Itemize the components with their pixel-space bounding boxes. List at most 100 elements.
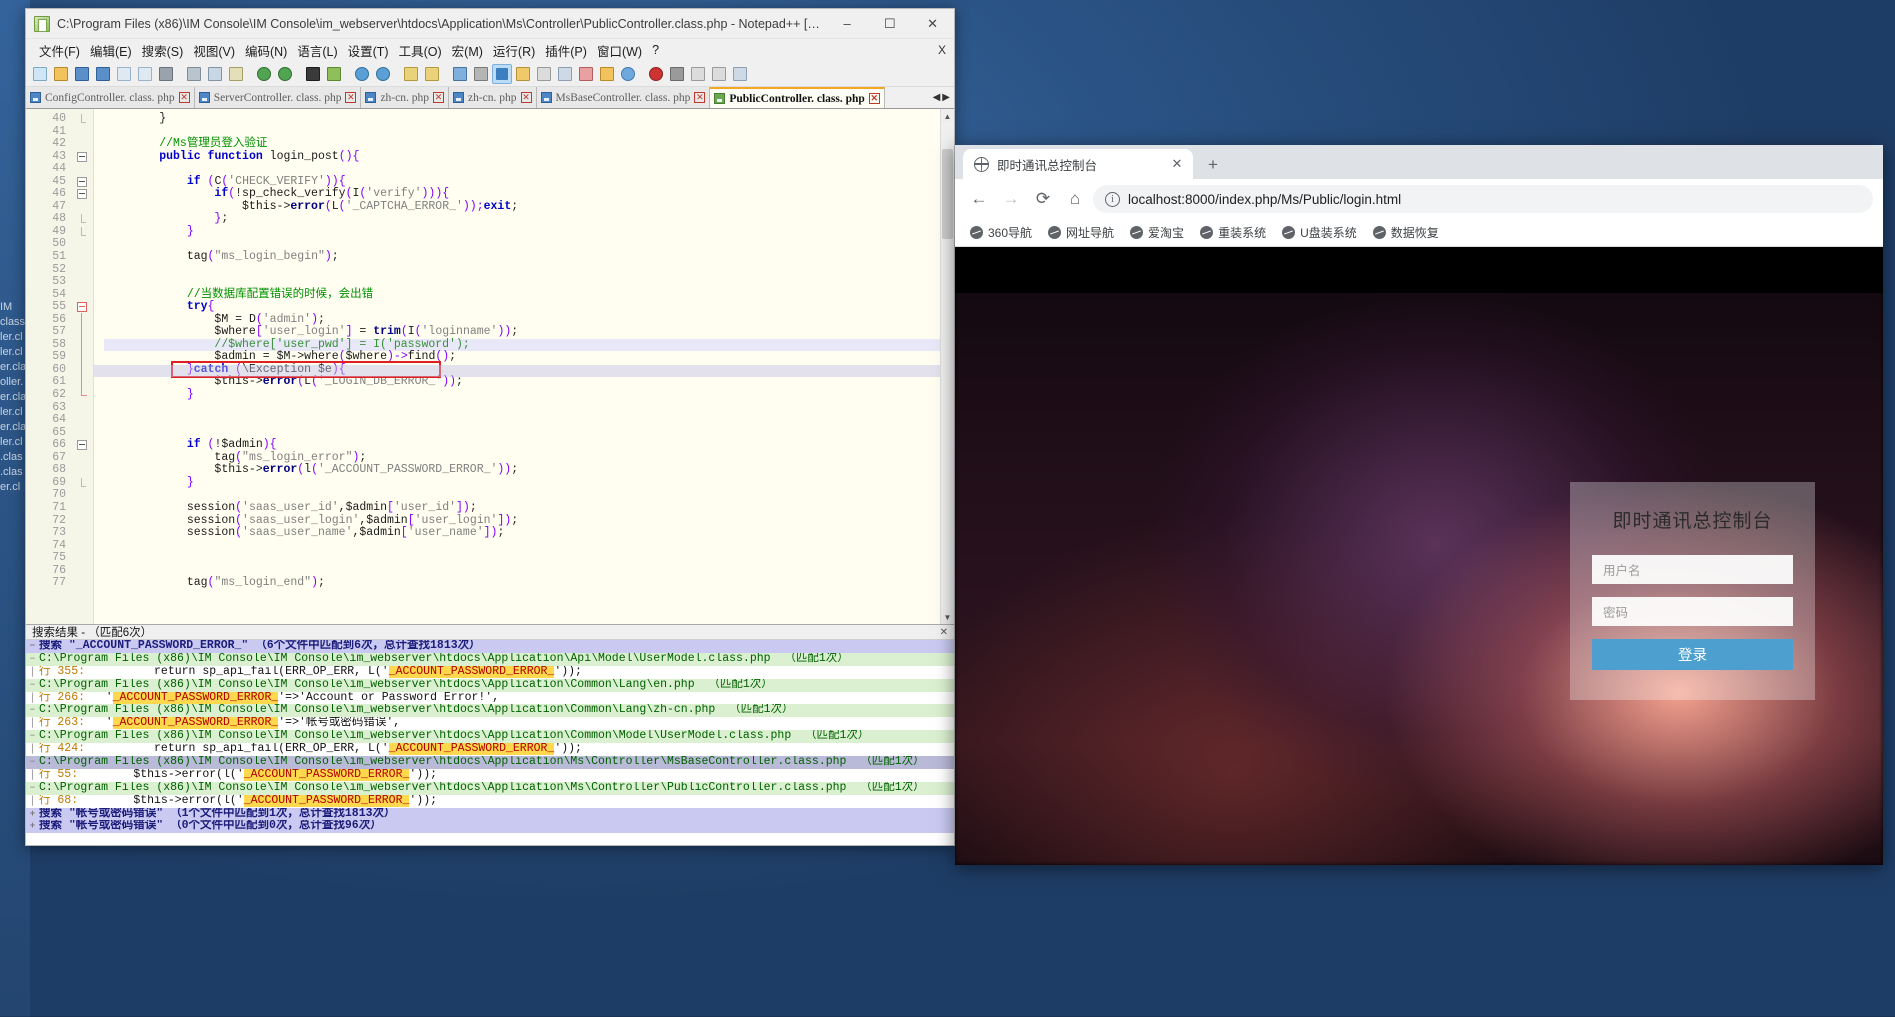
scroll-down-icon[interactable]: ▼ [941,610,954,624]
stop-macro-icon[interactable] [667,64,687,84]
code-line[interactable]: $this->error(L('_LOGIN_DB_ERROR_')); [104,376,940,389]
undo-icon[interactable] [254,64,274,84]
code-line[interactable]: } [104,225,940,239]
open-file-icon[interactable] [51,64,71,84]
menu-item-run[interactable]: 运行(R) [488,39,540,62]
cut-icon[interactable] [184,64,204,84]
code-line[interactable] [104,414,940,427]
fold-toggle-icon[interactable]: − [26,653,39,666]
search-result-file[interactable]: − C:\Program Files (x86)\IM Console\IM Co… [26,730,954,744]
search-result-file[interactable]: − C:\Program Files (x86)\IM Console\IM Co… [26,756,954,769]
fold-toggle-icon[interactable]: + [26,808,39,821]
print-icon[interactable] [156,64,176,84]
fold-toggle-icon[interactable]: + [26,820,39,833]
fold-toggle-icon[interactable]: − [26,756,39,769]
record-macro-icon[interactable] [646,64,666,84]
fold-toggle-icon[interactable] [77,302,87,313]
close-document-button[interactable]: X [938,43,946,57]
bookmarks-bar[interactable]: 360导航 网址导航 爱淘宝 重装系统 U盘装系统 数据恢复 [955,219,1883,247]
back-icon[interactable]: ← [965,185,993,213]
search-result-summary[interactable]: + 搜索 "帐号或密码错误" （0个文件中匹配到0次，总计查找96次） [26,820,954,834]
menu-bar[interactable]: 文件(F) 编辑(E) 搜索(S) 视图(V) 编码(N) 语言(L) 设置(T… [26,39,954,61]
fold-toggle-icon[interactable]: │ [26,743,39,756]
fold-toggle-icon[interactable]: │ [26,692,39,705]
menu-item-plugins[interactable]: 插件(P) [540,39,592,62]
menu-item-file[interactable]: 文件(F) [34,39,85,62]
fold-toggle-icon[interactable]: │ [26,795,39,808]
menu-item-window[interactable]: 窗口(W) [592,39,647,62]
fold-toggle-icon[interactable]: − [26,730,39,743]
file-tab-configcontroller[interactable]: ConfigController. class. php ✕ [26,87,195,108]
function-list-icon[interactable] [576,64,596,84]
search-results-close-icon[interactable]: ✕ [940,627,948,638]
close-icon[interactable]: ✕ [1169,156,1185,172]
file-tab-publiccontroller[interactable]: PublicController. class. php ✕ [710,87,885,108]
notepadpp-titlebar[interactable]: C:\Program Files (x86)\IM Console\IM Con… [26,9,954,39]
fold-toggle-icon[interactable] [77,151,87,162]
code-line[interactable]: $this->error(l('_ACCOUNT_PASSWORD_ERROR_… [104,464,940,477]
code-line[interactable]: $this->error(L('_CAPTCHA_ERROR_'));exit; [104,200,940,214]
notepadpp-window[interactable]: C:\Program Files (x86)\IM Console\IM Con… [25,8,955,846]
tab-scroll-right-icon[interactable]: ▶ [942,92,950,103]
menu-item-edit[interactable]: 编辑(E) [85,39,137,62]
scroll-up-icon[interactable]: ▲ [941,109,954,123]
search-result-summary[interactable]: − 搜索 "_ACCOUNT_PASSWORD_ERROR_" （6个文件中匹配到… [26,640,954,653]
bookmark-chongzhuangxitong[interactable]: 重装系统 [1193,221,1273,244]
password-input[interactable]: 密码 [1592,597,1793,626]
code-line[interactable]: //当数据库配置错误的时候，会出错 [104,288,940,302]
code-line[interactable]: tag("ms_login_begin"); [104,250,940,264]
search-result-hit[interactable]: │ 行 55: $this->error(l('_ACCOUNT_PASSWORD… [26,768,954,782]
sync-scroll-h-icon[interactable] [422,64,442,84]
browser-tab-strip[interactable]: 即时通讯总控制台 ✕ + [955,145,1883,179]
toolbar[interactable] [26,61,954,87]
code-line[interactable]: if(!sp_check_verify(I('verify'))){ [104,188,940,201]
show-all-chars-icon[interactable] [471,64,491,84]
bookmark-wangzhidaohang[interactable]: 网址导航 [1041,221,1121,244]
redo-icon[interactable] [275,64,295,84]
monitor-icon[interactable] [618,64,638,84]
search-result-file[interactable]: − C:\Program Files (x86)\IM Console\IM Co… [26,781,954,795]
sync-scroll-v-icon[interactable] [401,64,421,84]
home-icon[interactable]: ⌂ [1061,185,1089,213]
code-line[interactable] [104,402,940,415]
fold-toggle-icon[interactable] [77,440,87,451]
folder-workspace-icon[interactable] [597,64,617,84]
search-results-list[interactable]: − 搜索 "_ACCOUNT_PASSWORD_ERROR_" （6个文件中匹配到… [26,640,954,845]
close-file-icon[interactable] [114,64,134,84]
menu-item-encoding[interactable]: 编码(N) [240,39,292,62]
fold-toggle-icon[interactable]: − [26,679,39,692]
search-result-hit[interactable]: │ 行 263: '_ACCOUNT_PASSWORD_ERROR_'=>'帐号或… [26,717,954,731]
file-tab-close-icon[interactable]: ✕ [520,92,532,103]
fold-margin[interactable] [72,109,94,624]
browser-toolbar[interactable]: ← → ⟳ ⌂ i localhost:8000/index.php/Ms/Pu… [955,179,1883,219]
search-result-hit[interactable]: │ 行 266: '_ACCOUNT_PASSWORD_ERROR_'=>'Acc… [26,691,954,705]
file-tab-msbasecontroller[interactable]: MsBaseController. class. php ✕ [536,87,711,108]
menu-item-view[interactable]: 视图(V) [188,39,240,62]
copy-icon[interactable] [205,64,225,84]
tab-scroll-left-icon[interactable]: ◀ [933,92,941,103]
fold-toggle-icon[interactable]: │ [26,717,39,730]
file-tab-zhcn-2[interactable]: zh-cn. php ✕ [449,87,537,108]
code-line[interactable] [104,552,940,565]
search-result-file[interactable]: − C:\Program Files (x86)\IM Console\IM Co… [26,704,954,718]
fold-toggle-icon[interactable]: − [26,782,39,795]
editor-vertical-scrollbar[interactable]: ▲ ▼ [940,109,954,624]
info-icon[interactable]: i [1105,191,1120,207]
login-submit-button[interactable]: 登录 [1592,639,1793,670]
forward-icon[interactable]: → [997,185,1025,213]
search-result-summary[interactable]: + 搜索 "帐号或密码错误" （1个文件中匹配到1次，总计查找1813次） [26,807,954,821]
run-macro-multiple-icon[interactable] [709,64,729,84]
search-result-file[interactable]: − C:\Program Files (x86)\IM Console\IM Co… [26,678,954,692]
menu-item-search[interactable]: 搜索(S) [137,39,189,62]
file-tab-bar[interactable]: ConfigController. class. php ✕ ServerCon… [26,87,954,109]
code-line[interactable] [104,540,940,553]
save-macro-icon[interactable] [730,64,750,84]
file-tab-servercontroller[interactable]: ServerController. class. php ✕ [194,87,362,108]
zoom-out-icon[interactable] [373,64,393,84]
zoom-in-icon[interactable] [352,64,372,84]
replace-icon[interactable] [324,64,344,84]
save-all-icon[interactable] [93,64,113,84]
file-tab-close-icon[interactable]: ✕ [868,93,880,104]
maximize-button[interactable]: ☐ [869,9,912,39]
file-tab-close-icon[interactable]: ✕ [433,92,444,103]
